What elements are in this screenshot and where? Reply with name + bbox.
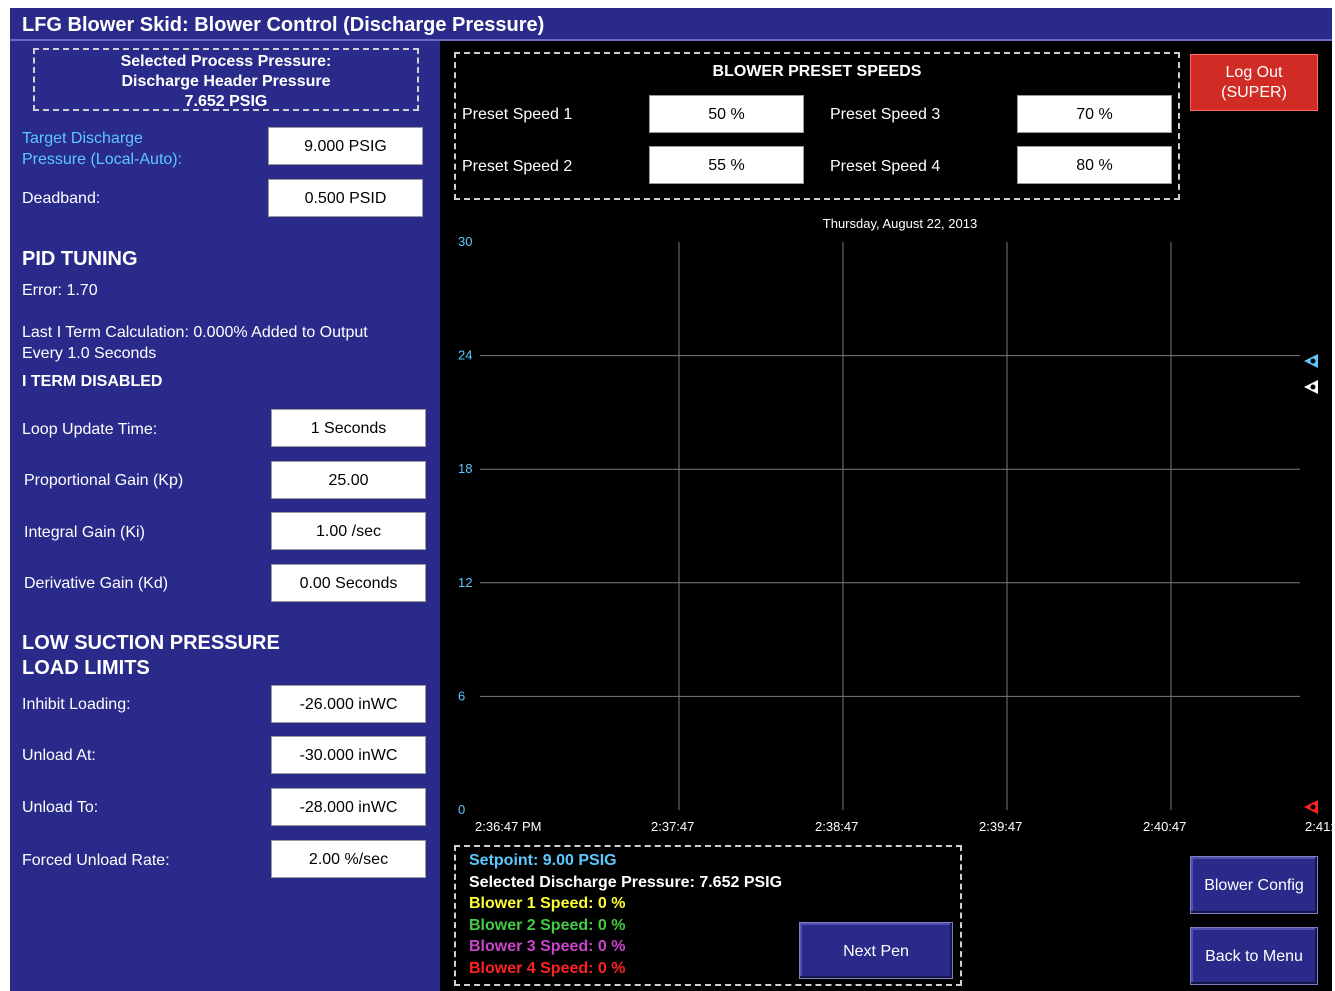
- logout-role: (SUPER): [1221, 84, 1287, 101]
- preset-speeds-heading: BLOWER PRESET SPEEDS: [712, 63, 922, 80]
- ki-field[interactable]: 1.00 /sec: [271, 512, 426, 550]
- pid-tuning-heading: PID TUNING: [22, 248, 138, 270]
- y-tick-label-4: 24: [458, 348, 472, 363]
- forced-unload-label: Forced Unload Rate:: [22, 852, 170, 869]
- legend-blower1: Blower 1 Speed: 0 %: [469, 895, 626, 912]
- kd-label: Derivative Gain (Kd): [24, 575, 169, 592]
- x-tick-label-3: 2:39:47: [979, 819, 1022, 834]
- y-tick-label-1: 6: [458, 688, 465, 703]
- inhibit-loading-label: Inhibit Loading:: [22, 696, 131, 713]
- logout-button[interactable]: Log Out (SUPER): [1190, 54, 1318, 111]
- window-title: LFG Blower Skid: Blower Control (Dischar…: [22, 14, 545, 36]
- logout-label: Log Out: [1225, 64, 1283, 81]
- unload-at-label: Unload At:: [22, 747, 96, 764]
- legend-setpoint: Setpoint: 9.00 PSIG: [469, 852, 617, 869]
- iterm-status: I TERM DISABLED: [22, 373, 163, 390]
- loop-update-label: Loop Update Time:: [22, 421, 158, 438]
- x-tick-label-2: 2:38:47: [815, 819, 858, 834]
- chart-title: Thursday, August 22, 2013: [822, 216, 978, 231]
- preset-speed-2-field[interactable]: 55 %: [649, 146, 804, 184]
- target-label-line2: Pressure (Local-Auto):: [22, 151, 183, 168]
- trend-chart: 0 6 12 18 24 30 2:36:47 PM 2:37:47 2:38:47 2:39:4…: [458, 234, 1332, 834]
- suction-heading: LOW SUCTION PRESSURE LOAD LIMITS: [22, 631, 280, 681]
- deadband-field[interactable]: 0.500 PSID: [268, 179, 423, 217]
- pen-markers: [1304, 354, 1318, 394]
- legend-discharge: Selected Discharge Pressure: 7.652 PSIG: [469, 873, 783, 891]
- process-pressure-line1: Selected Process Pressure:: [120, 53, 332, 70]
- next-pen-button[interactable]: Next Pen: [799, 922, 953, 979]
- preset-speed-4-label: Preset Speed 4: [830, 158, 941, 175]
- preset-speed-1-label: Preset Speed 1: [462, 106, 573, 123]
- unload-to-field[interactable]: -28.000 inWC: [271, 788, 426, 826]
- preset-speed-3-field[interactable]: 70 %: [1017, 95, 1172, 133]
- deadband-label: Deadband:: [22, 190, 101, 207]
- x-tick-label-1: 2:37:47: [651, 819, 694, 834]
- loop-update-field[interactable]: 1 Seconds: [271, 409, 426, 447]
- y-tick-label-3: 18: [458, 461, 472, 476]
- kp-field[interactable]: 25.00: [271, 461, 426, 499]
- preset-speed-1-field[interactable]: 50 %: [649, 95, 804, 133]
- x-tick-label-0: 2:36:47 PM: [475, 819, 542, 834]
- back-to-menu-button[interactable]: Back to Menu: [1190, 927, 1318, 985]
- suction-heading-line1: LOW SUCTION PRESSURE: [22, 632, 280, 654]
- x-tick-label-5: 2:41:47 PM: [1305, 819, 1332, 834]
- target-discharge-field[interactable]: 9.000 PSIG: [268, 127, 423, 165]
- process-pressure-line2: Discharge Header Pressure: [121, 73, 331, 90]
- iterm-line2: Every 1.0 Seconds: [22, 345, 157, 362]
- kp-label: Proportional Gain (Kp): [24, 472, 184, 489]
- forced-unload-field[interactable]: 2.00 %/sec: [271, 840, 426, 878]
- y-tick-label-5: 30: [458, 234, 472, 249]
- target-label-line1: Target Discharge: [22, 130, 143, 147]
- preset-speed-3-label: Preset Speed 3: [830, 106, 941, 123]
- kd-field[interactable]: 0.00 Seconds: [271, 564, 426, 602]
- preset-speed-4-field[interactable]: 80 %: [1017, 146, 1172, 184]
- pid-error: Error: 1.70: [22, 282, 98, 299]
- x-tick-label-4: 2:40:47: [1143, 819, 1186, 834]
- unload-to-label: Unload To:: [22, 799, 99, 816]
- legend-blower4: Blower 4 Speed: 0 %: [469, 959, 626, 977]
- blower-config-button[interactable]: Blower Config: [1190, 856, 1318, 914]
- target-discharge-label: Target Discharge Pressure (Local-Auto):: [22, 128, 182, 170]
- ki-label: Integral Gain (Ki): [24, 524, 145, 541]
- suction-heading-line2: LOAD LIMITS: [22, 657, 150, 679]
- legend-blower3: Blower 3 Speed: 0 %: [469, 938, 626, 955]
- y-tick-label-0: 0: [458, 802, 465, 817]
- preset-speed-2-label: Preset Speed 2: [462, 158, 573, 175]
- inhibit-loading-field[interactable]: -26.000 inWC: [271, 685, 426, 723]
- unload-at-field[interactable]: -30.000 inWC: [271, 736, 426, 774]
- iterm-calculation: Last I Term Calculation: 0.000% Added to…: [22, 322, 368, 364]
- process-pressure-value: 7.652 PSIG: [184, 93, 268, 110]
- legend-blower2: Blower 2 Speed: 0 %: [469, 916, 626, 934]
- iterm-line1: Last I Term Calculation: 0.000% Added to…: [22, 324, 368, 341]
- legend-list: Setpoint: 9.00 PSIG Selected Discharge P…: [469, 850, 782, 979]
- y-tick-label-2: 12: [458, 575, 472, 590]
- process-pressure-box: Selected Process Pressure: Discharge Hea…: [33, 48, 419, 111]
- blower-pen-marker: [1304, 800, 1318, 814]
